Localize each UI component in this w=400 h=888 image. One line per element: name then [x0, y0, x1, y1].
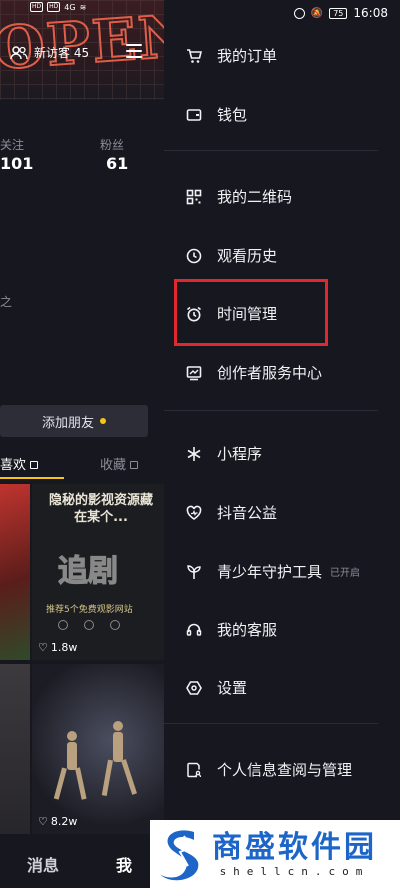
- status-bar-left: HD HD 4G ≋: [30, 2, 87, 12]
- fans-label: 粉丝: [100, 138, 125, 152]
- video-graphic-text: 追剧: [57, 553, 118, 589]
- asterisk-icon: [187, 446, 201, 461]
- side-drawer: 🔕 75 16:08 我的订单 钱包 我的二维码 观看历史 时间管理 创作者服务…: [164, 0, 400, 888]
- video-title: 隐秘的影视资源藏在某个...: [48, 493, 153, 525]
- watermark-logo: 商盛软件园 shellcn.com: [150, 820, 400, 888]
- like-count-value: 1.8w: [50, 641, 78, 654]
- menu-item-label: 抖音公益: [217, 504, 278, 522]
- tab-likes[interactable]: 喜欢: [0, 454, 39, 473]
- menu-item-customer-service[interactable]: 我的客服: [186, 619, 277, 640]
- bottom-nav: [0, 838, 172, 888]
- video-thumbnail[interactable]: [0, 664, 30, 834]
- status-badge: 已开启: [330, 568, 361, 579]
- heart-icon: ♡: [38, 815, 48, 828]
- fans-count[interactable]: 61: [106, 154, 128, 173]
- menu-item-label: 个人信息查阅与管理: [217, 761, 353, 779]
- dancers-image: [53, 721, 137, 800]
- add-friend-label: 添加朋友: [41, 415, 94, 431]
- menu-item-my-orders[interactable]: 我的订单: [186, 45, 277, 66]
- sprout-icon: [187, 564, 201, 579]
- wallet-icon: [186, 108, 202, 121]
- alarm-status-icon: [293, 7, 305, 19]
- video-thumbnail[interactable]: ♡ 8.2w: [32, 664, 164, 834]
- follow-count[interactable]: 101: [0, 154, 33, 173]
- tab-favorites-label: 收藏: [100, 458, 127, 473]
- battery-icon: 75: [329, 7, 348, 19]
- visitors-icon: [10, 45, 28, 59]
- nav-me[interactable]: 我: [116, 852, 132, 876]
- profile-page: OPEN HD HD 4G ≋ 新访客 45 关注 101 粉丝 61 之 添加朋友 …: [0, 0, 172, 888]
- follow-label: 关注: [0, 138, 25, 152]
- tab-likes-label: 喜欢: [0, 458, 27, 473]
- notification-dot: [100, 418, 106, 424]
- watermark-s-logo-icon: [160, 830, 199, 881]
- menu-item-label: 我的订单: [217, 47, 278, 65]
- qr-code-icon: [186, 189, 202, 204]
- clock-time: 16:08: [353, 6, 388, 20]
- hamburger-menu-icon[interactable]: [126, 44, 142, 58]
- menu-item-label: 我的二维码: [217, 188, 293, 206]
- video-thumbnail[interactable]: [0, 484, 30, 660]
- new-visitors-button[interactable]: 新访客 45: [10, 44, 89, 61]
- active-tab-indicator: [0, 477, 64, 479]
- watermark-domain: shellcn.com: [219, 864, 370, 878]
- profile-bio-fragment: 之: [0, 295, 13, 309]
- menu-item-mini-programs[interactable]: 小程序: [186, 443, 262, 464]
- menu-item-label: 创作者服务中心: [217, 364, 323, 382]
- tab-favorites[interactable]: 收藏: [100, 454, 139, 473]
- video-thumbnail[interactable]: 隐秘的影视资源藏在某个... 追剧 推荐5个免费观影网站 ♡ 1.8w: [32, 484, 164, 660]
- menu-item-label: 青少年守护工具: [217, 563, 323, 581]
- like-count: ♡ 1.8w: [38, 641, 77, 654]
- headset-icon: [186, 623, 202, 636]
- menu-item-label: 钱包: [217, 106, 248, 124]
- hexagon-settings-icon: [186, 680, 202, 695]
- highlight-box: [174, 279, 328, 346]
- watermark-title: 商盛软件园: [212, 829, 377, 865]
- menu-item-label: 小程序: [217, 445, 263, 463]
- lock-icon: [30, 460, 39, 469]
- menu-item-label: 我的客服: [217, 621, 278, 639]
- menu-item-youth-protection[interactable]: 青少年守护工具 已开启: [186, 561, 360, 582]
- status-bar-right: 🔕 75 16:08: [293, 6, 388, 20]
- menu-item-wallet[interactable]: 钱包: [186, 104, 247, 125]
- divider: [164, 723, 378, 724]
- nav-messages[interactable]: 消息: [27, 852, 59, 876]
- like-count: ♡ 8.2w: [38, 815, 77, 828]
- video-caption: 推荐5个免费观影网站: [46, 605, 133, 615]
- menu-item-qr-code[interactable]: 我的二维码: [186, 186, 292, 207]
- neon-sign-decoration: OPEN: [0, 0, 172, 84]
- add-friend-button[interactable]: 添加朋友: [0, 405, 148, 437]
- watermark-text: 商盛软件园 shellcn.com: [212, 829, 377, 878]
- menu-item-watch-history[interactable]: 观看历史: [186, 245, 277, 266]
- lock-icon: [130, 460, 139, 469]
- menu-item-label: 设置: [217, 679, 248, 697]
- cart-icon: [187, 48, 202, 63]
- heart-icon: ♡: [38, 641, 48, 654]
- visitors-label: 新访客 45: [34, 46, 90, 60]
- like-count-value: 8.2w: [50, 815, 78, 828]
- menu-item-charity[interactable]: 抖音公益: [186, 502, 277, 523]
- mute-status-icon: 🔕: [310, 7, 324, 19]
- menu-item-settings[interactable]: 设置: [186, 677, 247, 698]
- divider: [164, 150, 378, 151]
- clock-icon: [186, 248, 202, 263]
- heart-charity-icon: [186, 505, 202, 520]
- divider: [164, 410, 378, 411]
- video-feature-icons: [58, 620, 120, 630]
- menu-item-personal-info[interactable]: 个人信息查阅与管理: [186, 759, 352, 780]
- personal-info-icon: [187, 762, 202, 777]
- menu-item-creator-center[interactable]: 创作者服务中心: [186, 362, 322, 383]
- menu-item-label: 观看历史: [217, 247, 278, 265]
- chart-monitor-icon: [186, 365, 202, 380]
